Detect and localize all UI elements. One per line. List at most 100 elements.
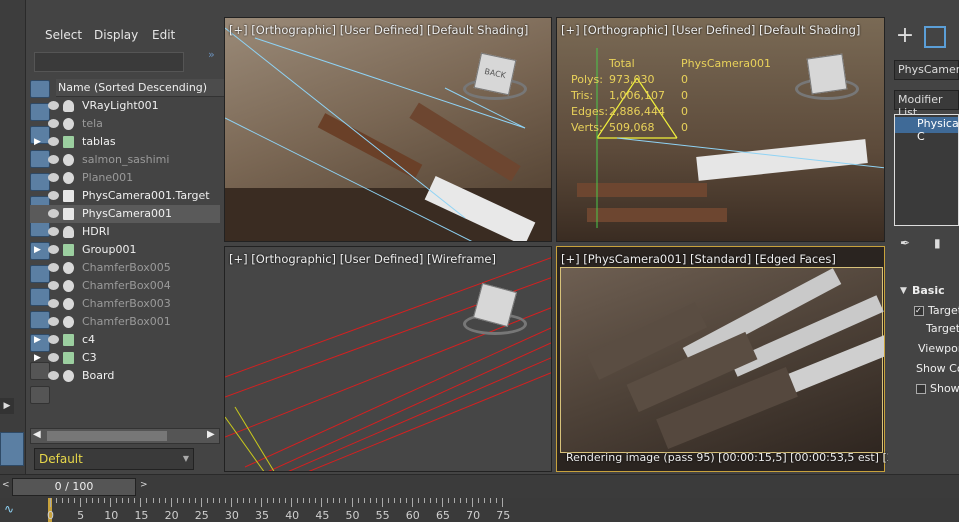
viewport-bottom-left[interactable]: [+] [Orthographic] [User Defined] [Wiref… — [224, 246, 552, 472]
list-item[interactable]: ▶ Group001 — [30, 241, 220, 259]
viewport-top-right[interactable]: [+] [Orthographic] [User Defined] [Defau… — [556, 17, 885, 242]
modify-tab-icon[interactable] — [924, 26, 946, 48]
scroll-right-icon[interactable]: ▶ — [207, 429, 215, 440]
wireframe-geometry — [225, 257, 551, 471]
visibility-eye-icon[interactable] — [48, 299, 59, 308]
list-item[interactable]: ▶ tablas — [30, 133, 220, 151]
list-item[interactable]: PhysCamera001 — [30, 205, 220, 223]
list-item[interactable]: tela — [30, 115, 220, 133]
layer-dropdown[interactable]: Default ▼ — [34, 448, 194, 470]
viewport-top-left[interactable]: [+] [Orthographic] [User Defined] [Defau… — [224, 17, 552, 242]
search-input[interactable] — [34, 52, 184, 72]
viewport-label[interactable]: [+] [Orthographic] [User Defined] [Wiref… — [229, 252, 496, 266]
scroll-thumb[interactable] — [47, 431, 167, 441]
ruler-tick — [333, 498, 335, 503]
ruler-tick — [200, 498, 202, 507]
group-icon — [63, 244, 74, 256]
create-tab-icon[interactable]: + — [894, 25, 916, 48]
next-frame-icon[interactable]: > — [140, 480, 148, 490]
time-slider[interactable]: 0 / 100 — [12, 478, 136, 496]
camera-wireframe — [225, 27, 526, 241]
targeted-checkbox[interactable]: ✓ — [914, 306, 924, 316]
display-geometry-icon[interactable] — [30, 80, 50, 98]
ruler-tick — [297, 498, 299, 503]
visibility-eye-icon[interactable] — [48, 101, 59, 110]
visibility-eye-icon[interactable] — [48, 137, 59, 146]
list-item[interactable]: ChamferBox005 — [30, 259, 220, 277]
visibility-eye-icon[interactable] — [48, 209, 59, 218]
show-horizon-checkbox[interactable] — [916, 384, 926, 394]
visibility-eye-icon[interactable] — [48, 155, 59, 164]
viewport-label[interactable]: [+] [Orthographic] [User Defined] [Defau… — [229, 23, 528, 37]
expand-arrow-button[interactable]: ▶ — [0, 398, 14, 414]
menu-display[interactable]: Display — [94, 28, 138, 42]
light-icon — [63, 226, 74, 238]
scroll-left-icon[interactable]: ◀ — [33, 429, 41, 440]
visibility-eye-icon[interactable] — [48, 353, 59, 362]
expand-arrow-icon[interactable]: ▶ — [34, 133, 41, 151]
horizontal-scrollbar[interactable]: ◀ ▶ — [30, 428, 220, 444]
ruler-tick — [170, 498, 172, 507]
column-header-name[interactable]: Name (Sorted Descending) — [56, 79, 244, 97]
list-item[interactable]: ▶ C3 — [30, 349, 220, 367]
ruler-tick — [86, 498, 88, 503]
modifier-list-dropdown[interactable]: Modifier List — [894, 90, 959, 119]
visibility-eye-icon[interactable] — [48, 245, 59, 254]
rollout-collapse-icon[interactable]: ▼ — [900, 286, 907, 296]
visibility-eye-icon[interactable] — [48, 281, 59, 290]
visibility-eye-icon[interactable] — [48, 317, 59, 326]
sphere-icon — [63, 118, 74, 130]
show-end-result-icon[interactable]: ▮ — [934, 236, 941, 250]
visibility-eye-icon[interactable] — [48, 119, 59, 128]
expand-arrow-icon[interactable]: ▶ — [34, 241, 41, 259]
viewcube[interactable]: BACK — [473, 52, 517, 96]
visibility-eye-icon[interactable] — [48, 263, 59, 272]
ruler-tick — [291, 498, 293, 507]
viewport-label[interactable]: [+] [PhysCamera001] [Standard] [Edged Fa… — [561, 252, 836, 266]
expand-arrow-icon[interactable]: ▶ — [34, 349, 41, 367]
list-item[interactable]: ChamferBox001 — [30, 313, 220, 331]
ruler-tick — [206, 498, 208, 503]
chevron-right-icon[interactable]: » — [208, 48, 215, 61]
ruler-tick — [357, 498, 359, 503]
list-item[interactable]: PhysCamera001.Target — [30, 187, 220, 205]
viewport-label[interactable]: [+] [Orthographic] [User Defined] [Defau… — [561, 23, 860, 37]
group-icon — [63, 334, 74, 346]
object-name-field[interactable]: PhysCamera — [894, 60, 959, 80]
menu-select[interactable]: Select — [45, 28, 82, 42]
menu-edit[interactable]: Edit — [152, 28, 175, 42]
modifier-stack-item[interactable]: Physical C — [895, 117, 959, 143]
visibility-eye-icon[interactable] — [48, 191, 59, 200]
list-item-label: PhysCamera001 — [82, 207, 173, 220]
stats-tris-label: Tris: — [571, 89, 594, 102]
stats-verts-label: Verts: — [571, 121, 603, 134]
visibility-eye-icon[interactable] — [48, 335, 59, 344]
ruler-tick — [435, 498, 437, 503]
ruler-tick — [92, 498, 94, 503]
expand-arrow-icon[interactable]: ▶ — [34, 331, 41, 349]
sphere-icon — [63, 370, 74, 382]
list-item[interactable]: salmon_sashimi — [30, 151, 220, 169]
prev-frame-icon[interactable]: < — [2, 480, 10, 490]
list-item[interactable]: HDRI — [30, 223, 220, 241]
list-item[interactable]: ChamferBox003 — [30, 295, 220, 313]
curve-editor-icon[interactable]: ∿ — [4, 502, 14, 516]
list-item[interactable]: ChamferBox004 — [30, 277, 220, 295]
pin-stack-icon[interactable]: ✒ — [900, 236, 910, 250]
timeline-ruler[interactable]: ∿ 0 5 10 15 20 25 30 35 40 45 50 55 60 65 70 75 — [0, 498, 959, 522]
list-item[interactable]: ▶ c4 — [30, 331, 220, 349]
visibility-eye-icon[interactable] — [48, 173, 59, 182]
layout-grid-icon[interactable] — [0, 432, 24, 466]
rollout-title[interactable]: Basic — [912, 284, 945, 297]
visibility-eye-icon[interactable] — [48, 227, 59, 236]
viewcube[interactable] — [806, 53, 848, 95]
visibility-eye-icon[interactable] — [48, 371, 59, 380]
display-none-icon[interactable] — [30, 386, 50, 404]
list-item[interactable]: VRayLight001 — [30, 97, 220, 115]
viewport-bottom-right[interactable]: [+] [PhysCamera001] [Standard] [Edged Fa… — [556, 246, 885, 472]
ruler-tick — [490, 498, 492, 503]
ruler-tick — [182, 498, 184, 503]
list-item[interactable]: Board — [30, 367, 220, 385]
list-item[interactable]: Plane001 — [30, 169, 220, 187]
chevron-down-icon[interactable]: ▼ — [183, 454, 189, 463]
